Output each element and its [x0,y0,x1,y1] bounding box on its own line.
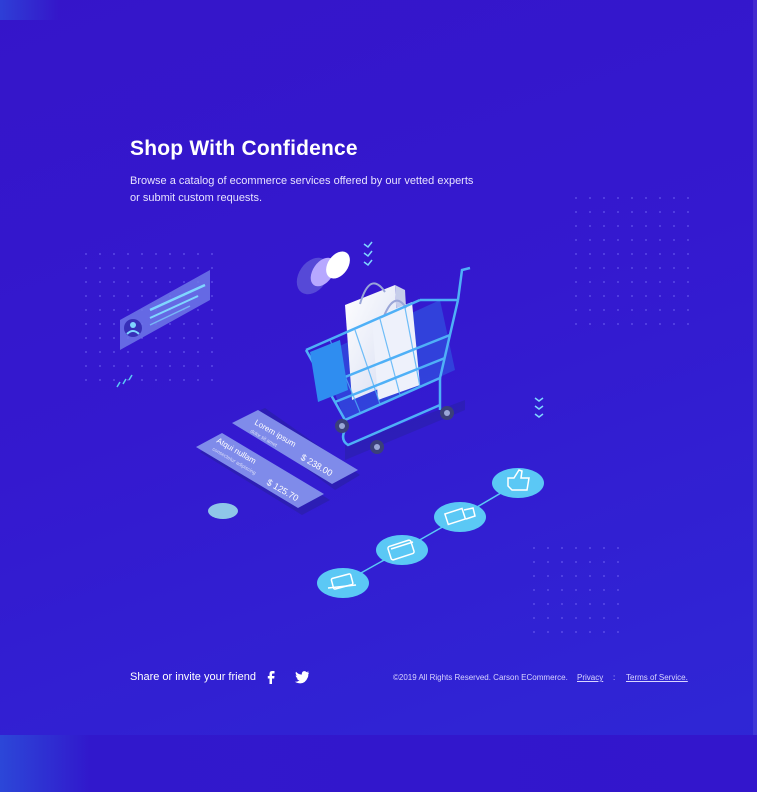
twitter-icon[interactable] [293,668,311,686]
credit-card-icon [376,535,428,565]
dot-grid-right [565,191,700,326]
flow-line [342,482,519,584]
facebook-icon[interactable] [262,668,280,686]
shopping-cart-icon [304,266,471,460]
copyright-text: ©2019 All Rights Reserved. Carson EComme… [393,673,568,682]
floating-shapes [296,251,350,295]
footer-separator: : [613,673,616,682]
dot-grid-bottom [530,543,625,638]
chevron-marks-right [534,397,544,418]
shopping-illustration: Lorem ipsum dolor sit amet $ 238.00 Atqu… [85,191,700,638]
hand-money-icon [317,568,369,598]
chevron-marks-top [363,241,373,267]
truck-icon [434,502,486,532]
terms-link[interactable]: Terms of Service. [626,673,688,682]
privacy-link[interactable]: Privacy [577,673,603,682]
share-text: Share or invite your friend [130,671,256,683]
thumbs-up-icon [492,468,544,498]
bottom-band [0,735,757,792]
decor-ellipse [208,503,238,519]
